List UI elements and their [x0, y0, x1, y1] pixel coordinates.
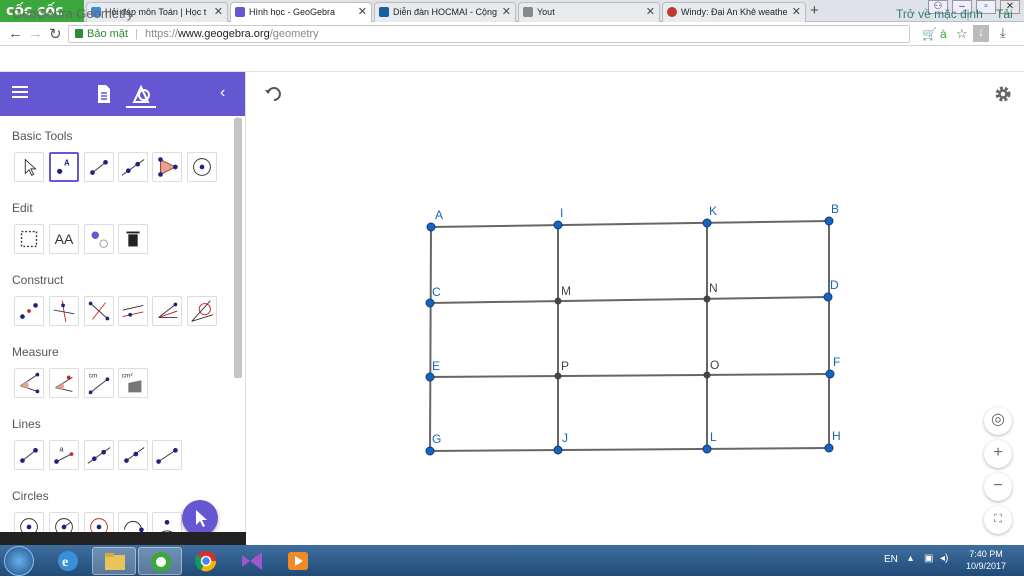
media-player-icon[interactable]	[276, 547, 320, 575]
file-explorer-icon[interactable]	[92, 547, 136, 575]
point-J[interactable]	[553, 445, 563, 455]
point-label-M: M	[561, 284, 571, 298]
point-H[interactable]	[824, 443, 834, 453]
point-label-C: C	[432, 285, 441, 299]
point-label-P: P	[561, 359, 569, 373]
point-A[interactable]	[426, 222, 436, 232]
segment-line[interactable]	[429, 296, 829, 304]
point-label-G: G	[432, 432, 441, 446]
point-B[interactable]	[824, 216, 834, 226]
point-label-D: D	[830, 278, 839, 292]
point-O[interactable]	[703, 371, 711, 379]
start-button[interactable]	[4, 546, 34, 576]
point-F[interactable]	[825, 369, 835, 379]
point-L[interactable]	[702, 444, 712, 454]
point-label-L: L	[710, 430, 717, 444]
point-E[interactable]	[425, 372, 435, 382]
clock-time: 7:40 PM	[969, 549, 1003, 559]
point-K[interactable]	[702, 218, 712, 228]
point-G[interactable]	[425, 446, 435, 456]
point-label-F: F	[833, 355, 840, 369]
tray-arrow-icon[interactable]: ▴	[908, 553, 913, 564]
segment-line[interactable]	[429, 447, 830, 452]
chrome-icon[interactable]	[184, 547, 228, 575]
point-M[interactable]	[554, 297, 562, 305]
point-label-B: B	[831, 202, 839, 216]
point-D[interactable]	[823, 292, 833, 302]
point-N[interactable]	[703, 295, 711, 303]
network-icon[interactable]: ▣	[924, 553, 933, 564]
point-label-N: N	[709, 281, 718, 295]
geometry-figure: A I K B C M N D E P O F G J L H	[425, 202, 841, 456]
point-label-O: O	[710, 358, 719, 372]
point-P[interactable]	[554, 372, 562, 380]
clock-date: 10/9/2017	[965, 561, 1007, 571]
system-clock[interactable]: 7:40 PM 10/9/2017	[960, 548, 1012, 572]
segment-line[interactable]	[429, 226, 432, 452]
svg-text:e: e	[62, 555, 68, 570]
segment-line[interactable]	[429, 373, 831, 378]
point-label-K: K	[709, 204, 717, 218]
language-indicator[interactable]: EN	[884, 554, 898, 565]
point-label-H: H	[832, 429, 841, 443]
point-I[interactable]	[553, 220, 563, 230]
volume-icon[interactable]: ◂)	[940, 553, 948, 564]
visual-studio-icon[interactable]	[230, 547, 274, 575]
point-label-A: A	[435, 208, 443, 222]
point-label-J: J	[562, 431, 568, 445]
point-label-E: E	[432, 359, 440, 373]
point-label-I: I	[560, 206, 563, 220]
ie-icon[interactable]: e	[46, 547, 90, 575]
coccoc-icon[interactable]	[138, 547, 182, 575]
point-C[interactable]	[425, 298, 435, 308]
segment-line[interactable]	[430, 220, 830, 228]
